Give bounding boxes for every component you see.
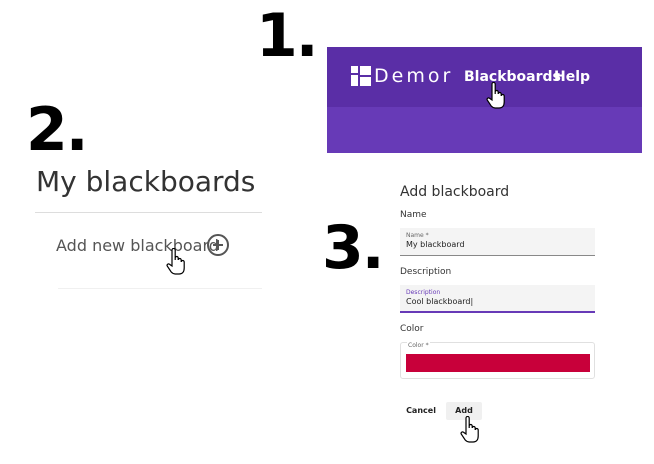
step-number-1: 1. bbox=[256, 1, 319, 71]
plus-circle-icon[interactable] bbox=[207, 234, 229, 256]
add-new-blackboard-link[interactable]: Add new blackboard bbox=[56, 236, 219, 255]
nav-help-link[interactable]: Help bbox=[554, 69, 590, 85]
page-title: My blackboards bbox=[36, 165, 256, 198]
divider bbox=[35, 212, 262, 213]
name-section-label: Name bbox=[400, 210, 427, 220]
step-number-2: 2. bbox=[26, 95, 89, 165]
nav-blackboards-link[interactable]: Blackboards bbox=[464, 69, 561, 85]
color-field[interactable]: Color * bbox=[400, 342, 595, 379]
description-section-label: Description bbox=[400, 267, 452, 277]
name-field[interactable]: Name * My blackboard bbox=[400, 228, 595, 256]
logo-icon bbox=[351, 66, 371, 86]
color-field-label: Color * bbox=[407, 342, 430, 349]
add-button[interactable]: Add bbox=[446, 402, 482, 420]
description-field-label: Description bbox=[406, 289, 441, 296]
name-field-value: My blackboard bbox=[406, 240, 465, 249]
hand-cursor-icon bbox=[460, 416, 479, 443]
color-section-label: Color bbox=[400, 324, 424, 334]
step-number-3: 3. bbox=[322, 213, 385, 283]
app-bar: Demor Blackboards Help bbox=[327, 47, 642, 153]
dialog-title: Add blackboard bbox=[400, 184, 510, 200]
cancel-button[interactable]: Cancel bbox=[402, 402, 440, 420]
color-swatch[interactable] bbox=[406, 354, 590, 372]
description-field-value: Cool blackboard| bbox=[406, 297, 474, 306]
description-field[interactable]: Description Cool blackboard| bbox=[400, 285, 595, 313]
name-field-label: Name * bbox=[406, 232, 429, 239]
brand-name: Demor bbox=[374, 65, 454, 87]
app-bar-toolbar: Demor Blackboards Help bbox=[327, 47, 642, 107]
divider bbox=[58, 288, 262, 289]
